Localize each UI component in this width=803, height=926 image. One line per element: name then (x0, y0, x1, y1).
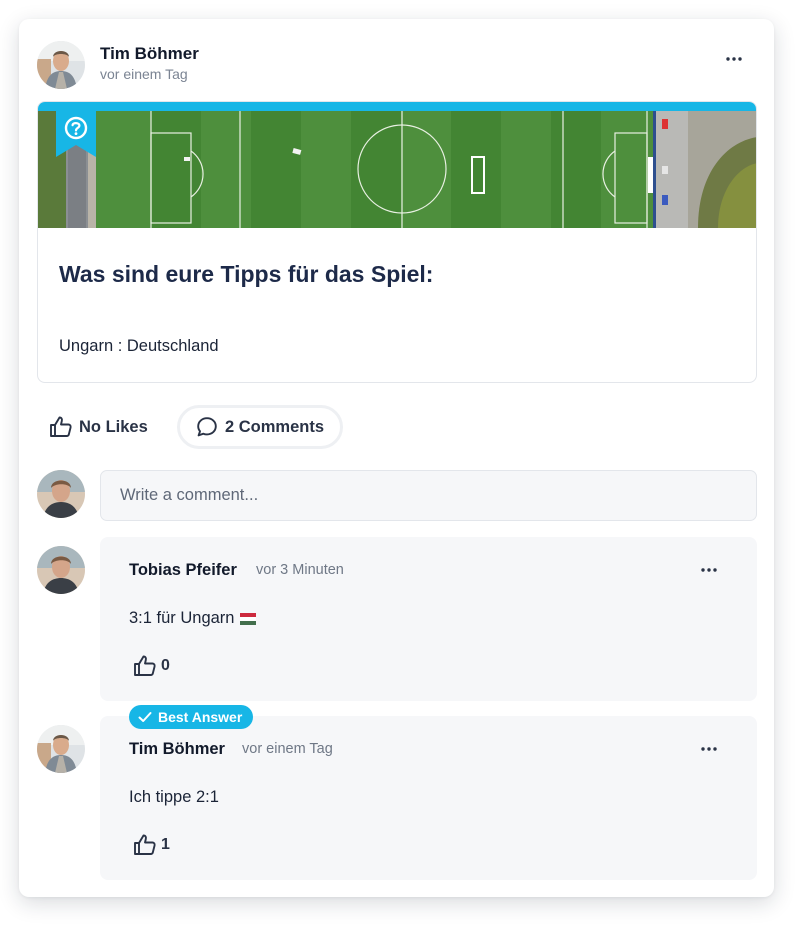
question-box: Was sind eure Tipps für das Spiel: Ungar… (37, 101, 757, 383)
more-dots-icon (726, 57, 742, 61)
question-ribbon-icon (56, 111, 96, 157)
post-more-button[interactable] (720, 49, 748, 69)
comment-timestamp: vor 3 Minuten (256, 562, 344, 578)
comment-like-button[interactable]: 1 (133, 833, 170, 857)
comment-author-name[interactable]: Tim Böhmer (129, 740, 225, 759)
comment-input[interactable] (100, 470, 757, 521)
post-timestamp: vor einem Tag (100, 66, 188, 82)
comment-like-count: 0 (161, 657, 170, 674)
comment-author-avatar[interactable] (37, 546, 85, 594)
question-body: Ungarn : Deutschland (59, 337, 219, 355)
comment-text: 3:1 für Ungarn (129, 609, 257, 628)
comment-text: Ich tippe 2:1 (129, 788, 219, 807)
comment-more-button[interactable] (695, 560, 723, 580)
thumbs-up-icon (50, 416, 72, 437)
comment-more-button[interactable] (695, 739, 723, 759)
best-answer-label: Best Answer (158, 709, 243, 725)
football-pitch-image (38, 111, 756, 228)
best-answer-badge: Best Answer (129, 705, 254, 729)
comments-label: 2 Comments (224, 417, 325, 436)
post-header: Tim Böhmer vor einem Tag (37, 41, 756, 89)
comment-like-button[interactable]: 0 (133, 654, 170, 678)
like-button[interactable]: No Likes (49, 415, 148, 439)
comment-text-content: Ich tippe 2:1 (129, 788, 219, 806)
checkmark-icon (138, 712, 152, 722)
comment-bubble-icon (197, 417, 217, 437)
comment-timestamp: vor einem Tag (242, 741, 333, 757)
post-card: Tim Böhmer vor einem Tag Was sind eure T… (19, 19, 774, 897)
hungary-flag-icon (240, 612, 257, 625)
question-title: Was sind eure Tipps für das Spiel: (59, 261, 434, 287)
thumbs-up-icon (134, 834, 156, 855)
comment-like-count: 1 (161, 836, 170, 853)
more-dots-icon (701, 747, 717, 751)
more-dots-icon (701, 568, 717, 572)
thumbs-up-icon (134, 655, 156, 676)
comment-author-name[interactable]: Tobias Pfeifer (129, 561, 237, 580)
comment-author-avatar[interactable] (37, 725, 85, 773)
post-author-name[interactable]: Tim Böhmer (100, 44, 199, 64)
post-author-avatar[interactable] (37, 41, 85, 89)
comment-text-content: 3:1 für Ungarn (129, 609, 235, 627)
likes-label: No Likes (79, 417, 148, 436)
comment-card-best-answer: Tim Böhmer vor einem Tag Ich tippe 2:1 1 (100, 716, 757, 880)
comments-button[interactable]: 2 Comments (177, 405, 343, 449)
question-accent-bar (38, 102, 756, 111)
current-user-avatar[interactable] (37, 470, 85, 518)
comment-card: Tobias Pfeifer vor 3 Minuten 3:1 für Ung… (100, 537, 757, 701)
